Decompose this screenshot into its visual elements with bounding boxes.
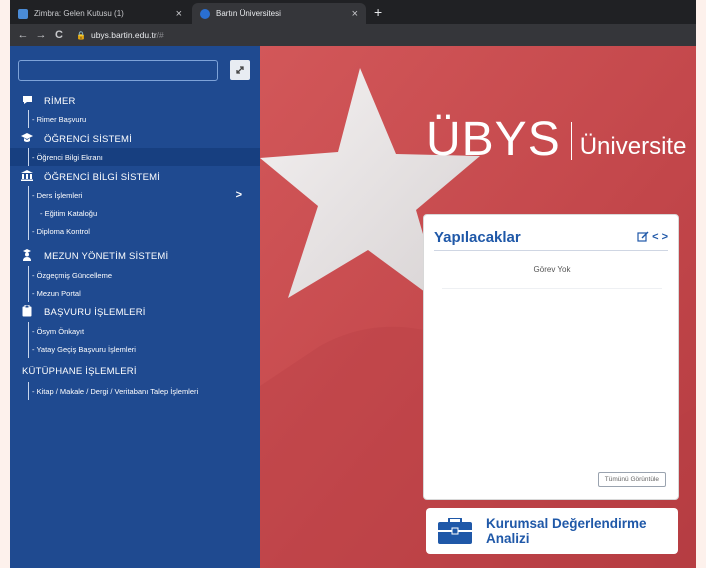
institution-icon <box>20 170 34 184</box>
tab-zimbra[interactable]: Zimbra: Gelen Kutusu (1) × <box>10 3 190 24</box>
logo-main-text: ÜBYS <box>426 113 561 166</box>
sidebar-item-osym-onkayit[interactable]: - Ösym Önkayıt <box>10 322 260 340</box>
lock-icon: 🔒 <box>76 30 86 40</box>
new-tab-button[interactable]: + <box>374 4 382 20</box>
sidebar-item-rimer-basvuru[interactable]: - Rimer Başvuru <box>10 110 260 128</box>
item-label: - Ösym Önkayıt <box>32 326 85 336</box>
speech-bubble-icon <box>20 95 34 108</box>
tree-line <box>28 222 29 240</box>
address-bar[interactable]: 🔒 ubys.bartin.edu.tr /# <box>76 30 164 40</box>
tree-line <box>28 148 29 166</box>
clipboard-icon <box>20 304 34 320</box>
sidebar-item-ogrenci-bilgi-ekrani[interactable]: - Öğrenci Bilgi Ekranı <box>10 148 260 166</box>
section-label: RİMER <box>44 95 76 107</box>
browser-tab-bar: Zimbra: Gelen Kutusu (1) × Bartın Üniver… <box>10 0 696 24</box>
expand-button[interactable] <box>230 60 250 80</box>
item-label: - Eğitim Kataloğu <box>40 208 98 218</box>
todo-tools: < > <box>637 231 668 243</box>
logo-sub-text: Üniversite <box>579 133 687 160</box>
page: RİMER - Rimer Başvuru ÖĞRENCİ SİSTEMİ - … <box>10 46 696 568</box>
back-button[interactable]: ← <box>14 29 32 41</box>
graduation-cap-icon <box>20 132 34 146</box>
next-icon[interactable]: > <box>662 231 668 243</box>
briefcase-icon <box>438 518 472 544</box>
section-label: BAŞVURU İŞLEMLERİ <box>44 306 146 318</box>
sidebar-section-rimer[interactable]: RİMER <box>10 92 260 110</box>
item-label: - Mezun Portal <box>32 288 81 298</box>
tree-line <box>28 284 29 302</box>
zimbra-favicon-icon <box>18 8 28 19</box>
sidebar-item-diploma-kontrol[interactable]: - Diploma Kontrol <box>10 222 260 240</box>
section-label: ÖĞRENCİ BİLGİ SİSTEMİ <box>44 171 161 183</box>
sidebar-section-basvuru-islemleri[interactable]: BAŞVURU İŞLEMLERİ <box>10 302 260 322</box>
tree-line <box>28 382 29 400</box>
chevron-right-icon[interactable]: > <box>236 189 242 201</box>
sidebar-section-kutuphane[interactable]: KÜTÜPHANE İŞLEMLERİ <box>10 362 260 380</box>
edit-icon[interactable] <box>637 231 649 243</box>
item-label: - Ders İşlemleri <box>32 190 83 200</box>
logo-separator <box>570 122 572 160</box>
bartin-favicon-icon <box>200 8 210 19</box>
todo-title: Yapılacaklar <box>434 229 521 246</box>
reload-button[interactable]: C <box>50 29 68 41</box>
expand-icon <box>236 66 244 74</box>
ubys-logo: ÜBYS Üniversite <box>426 116 686 164</box>
item-label: - Özgeçmiş Güncelleme <box>32 270 113 280</box>
item-label: - Diploma Kontrol <box>32 226 90 236</box>
view-all-button[interactable]: Tümünü Görüntüle <box>597 472 666 487</box>
kurumsal-line2: Analizi <box>486 531 530 546</box>
item-label: - Yatay Geçiş Başvuru İşlemleri <box>32 344 136 354</box>
url-host: ubys.bartin.edu.tr <box>90 30 157 40</box>
tab-close-icon[interactable]: × <box>352 8 358 20</box>
sidebar-item-ders-islemleri[interactable]: - Ders İşlemleri > <box>10 186 260 204</box>
tree-line <box>28 266 29 284</box>
sidebar-item-yatay-gecis[interactable]: - Yatay Geçiş Başvuru İşlemleri <box>10 340 260 358</box>
item-label: - Rimer Başvuru <box>32 114 87 124</box>
tree-line <box>28 186 29 204</box>
todo-empty-text: Görev Yok <box>442 261 662 289</box>
section-label: MEZUN YÖNETİM SİSTEMİ <box>44 250 169 262</box>
sidebar-item-kitap-talep[interactable]: - Kitap / Makale / Dergi / Veritabanı Ta… <box>10 382 260 400</box>
sidebar-section-ogrenci-sistemi[interactable]: ÖĞRENCİ SİSTEMİ <box>10 130 260 148</box>
sidebar-item-mezun-portal[interactable]: - Mezun Portal <box>10 284 260 302</box>
sidebar-section-ogrenci-bilgi-sistemi[interactable]: ÖĞRENCİ BİLGİ SİSTEMİ <box>10 168 260 186</box>
item-label: - Kitap / Makale / Dergi / Veritabanı Ta… <box>32 386 199 396</box>
url-path: /# <box>156 30 164 40</box>
tab-title: Zimbra: Gelen Kutusu (1) <box>34 9 124 18</box>
tab-close-icon[interactable]: × <box>176 8 182 20</box>
section-label: ÖĞRENCİ SİSTEMİ <box>44 133 132 145</box>
kurumsal-title: Kurumsal Değerlendirme Analizi <box>486 516 647 546</box>
kurumsal-line1: Kurumsal Değerlendirme <box>486 516 647 531</box>
todo-panel: Yapılacaklar < > Görev Yok Tümünü Görünt… <box>423 214 679 500</box>
tree-line <box>28 340 29 358</box>
kurumsal-degerlendirme-card[interactable]: Kurumsal Değerlendirme Analizi <box>426 508 678 554</box>
section-label: KÜTÜPHANE İŞLEMLERİ <box>22 365 137 377</box>
browser-toolbar: ← → C 🔒 ubys.bartin.edu.tr /# <box>10 24 696 46</box>
item-label: - Öğrenci Bilgi Ekranı <box>32 152 103 162</box>
tab-title: Bartın Üniversitesi <box>216 9 281 18</box>
tree-line <box>28 110 29 128</box>
sidebar: RİMER - Rimer Başvuru ÖĞRENCİ SİSTEMİ - … <box>10 46 260 568</box>
prev-icon[interactable]: < <box>652 231 658 243</box>
graduate-user-icon <box>20 248 34 264</box>
tree-line <box>28 204 29 222</box>
tree-line <box>28 322 29 340</box>
todo-header: Yapılacaklar < > <box>434 229 668 251</box>
forward-button[interactable]: → <box>32 29 50 41</box>
tab-bartin[interactable]: Bartın Üniversitesi × <box>192 3 366 24</box>
sidebar-item-ozgecmis-guncelleme[interactable]: - Özgeçmiş Güncelleme <box>10 266 260 284</box>
sidebar-item-egitim-katalogu[interactable]: - Eğitim Kataloğu <box>10 204 260 222</box>
sidebar-section-mezun-yonetim[interactable]: MEZUN YÖNETİM SİSTEMİ <box>10 246 260 266</box>
menu-search-input[interactable] <box>18 60 218 81</box>
